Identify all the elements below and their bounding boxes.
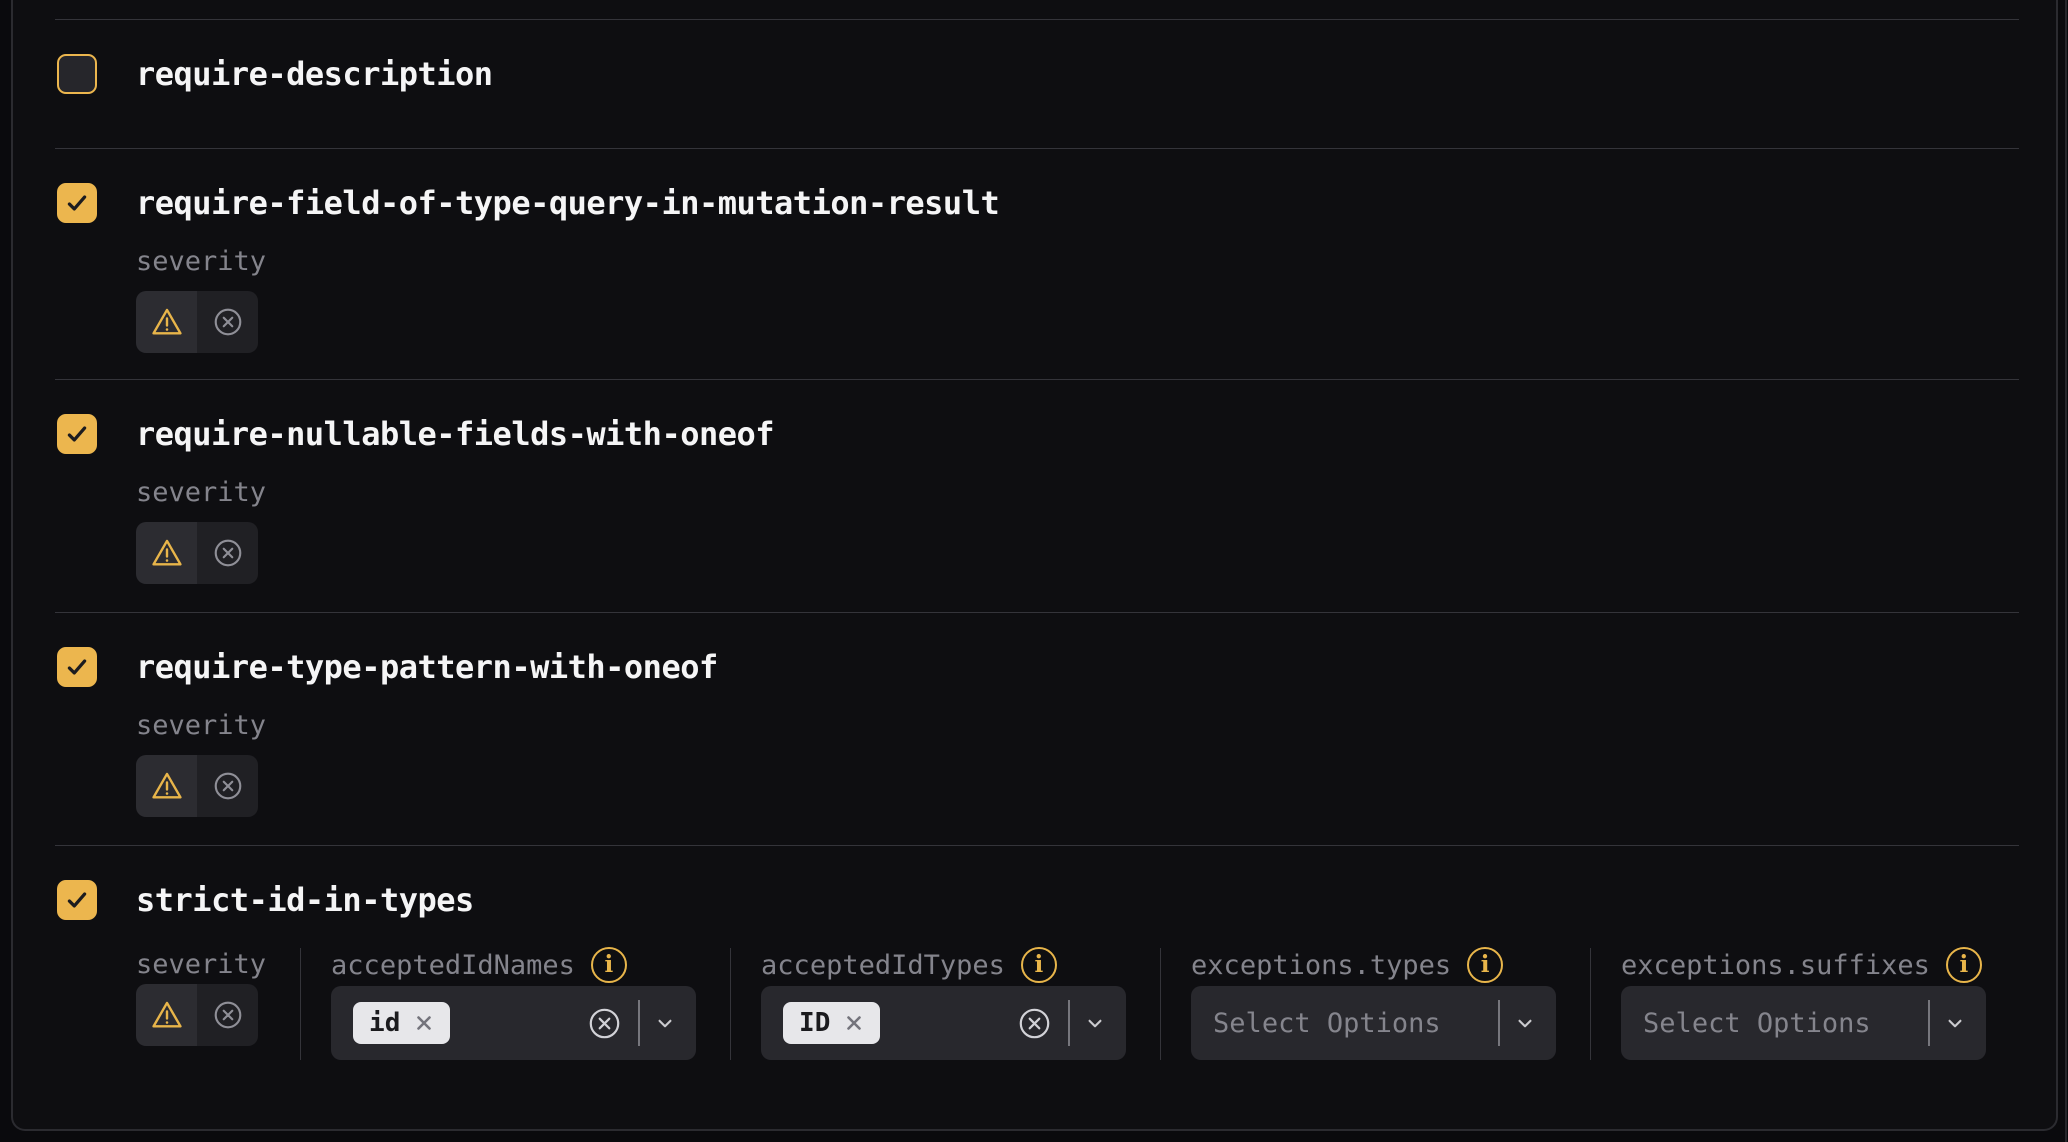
rules-panel: require-description require-field-of-typ… [11, 0, 2058, 1131]
severity-toggle [136, 522, 258, 584]
remove-tag-icon[interactable] [844, 1013, 864, 1033]
clear-selection-button[interactable] [1017, 1006, 1052, 1041]
checkmark-icon [64, 421, 90, 447]
severity-label: severity [136, 245, 2019, 279]
option-label: acceptedIdNames [331, 950, 575, 981]
select-separator [638, 1000, 640, 1046]
rule-name: require-description [136, 55, 493, 93]
circle-x-icon [1017, 1006, 1052, 1041]
info-icon[interactable]: i [591, 947, 627, 983]
severity-toggle [136, 984, 258, 1046]
config-col-acceptedIdTypes: acceptedIdTypes i ID [730, 948, 1160, 1060]
checkmark-icon [64, 190, 90, 216]
chevron-down-icon[interactable] [652, 1010, 678, 1036]
option-label: exceptions.types [1191, 950, 1451, 981]
severity-label: severity [136, 476, 2019, 510]
option-label: exceptions.suffixes [1621, 950, 1930, 981]
tag-label: id [369, 1008, 400, 1038]
rule-name: require-field-of-type-query-in-mutation-… [136, 184, 999, 222]
exceptions-suffixes-multiselect[interactable]: Select Options [1621, 986, 1986, 1060]
rule-row-require-description: require-description [55, 19, 2019, 148]
select-placeholder: Select Options [1213, 1008, 1498, 1039]
circle-x-icon [212, 306, 244, 338]
right-edge-divider [2065, 0, 2067, 1142]
chevron-down-icon[interactable] [1512, 1010, 1538, 1036]
rule-checkbox-unchecked[interactable] [57, 54, 97, 94]
tag-label: ID [799, 1008, 830, 1038]
warning-triangle-icon [149, 305, 185, 339]
severity-label: severity [136, 709, 2019, 743]
severity-warn-button[interactable] [136, 522, 197, 584]
exceptions-types-multiselect[interactable]: Select Options [1191, 986, 1556, 1060]
selected-tag: ID [783, 1002, 880, 1044]
chevron-down-icon[interactable] [1942, 1010, 1968, 1036]
warning-triangle-icon [149, 536, 185, 570]
config-col-acceptedIdNames: acceptedIdNames i id [300, 948, 730, 1060]
severity-toggle [136, 755, 258, 817]
circle-x-icon [212, 999, 244, 1031]
severity-off-button[interactable] [197, 522, 258, 584]
remove-tag-icon[interactable] [414, 1013, 434, 1033]
severity-toggle [136, 291, 258, 353]
rule-name: require-type-pattern-with-oneof [136, 648, 718, 686]
severity-warn-button[interactable] [136, 291, 197, 353]
select-placeholder: Select Options [1643, 1008, 1928, 1039]
rule-row-require-type-pattern-with-oneof: require-type-pattern-with-oneof severity [55, 612, 2019, 845]
circle-x-icon [212, 770, 244, 802]
severity-off-button[interactable] [197, 755, 258, 817]
option-label: acceptedIdTypes [761, 950, 1005, 981]
checkmark-icon [64, 654, 90, 680]
config-col-exceptions-suffixes: exceptions.suffixes i Select Options [1590, 948, 2020, 1060]
warning-triangle-icon [149, 998, 185, 1032]
rule-row-strict-id-in-types: strict-id-in-types severity acceptedI [55, 845, 2019, 1129]
info-icon[interactable]: i [1021, 947, 1057, 983]
rule-name: strict-id-in-types [136, 881, 474, 919]
circle-x-icon [212, 537, 244, 569]
checkmark-icon [64, 887, 90, 913]
select-separator [1928, 1000, 1930, 1046]
rule-row-require-nullable-fields-with-oneof: require-nullable-fields-with-oneof sever… [55, 379, 2019, 612]
selected-tag: id [353, 1002, 450, 1044]
rule-checkbox-checked[interactable] [57, 183, 97, 223]
chevron-down-icon[interactable] [1082, 1010, 1108, 1036]
config-col-severity: severity [136, 948, 300, 1060]
info-icon[interactable]: i [1946, 947, 1982, 983]
rule-config-row: severity acceptedIdNames i [136, 948, 2019, 1060]
severity-warn-button[interactable] [136, 984, 197, 1046]
select-separator [1068, 1000, 1070, 1046]
circle-x-icon [587, 1006, 622, 1041]
acceptedIdTypes-multiselect[interactable]: ID [761, 986, 1126, 1060]
rule-checkbox-checked[interactable] [57, 414, 97, 454]
severity-off-button[interactable] [197, 984, 258, 1046]
severity-off-button[interactable] [197, 291, 258, 353]
config-col-exceptions-types: exceptions.types i Select Options [1160, 948, 1590, 1060]
clear-selection-button[interactable] [587, 1006, 622, 1041]
rule-checkbox-checked[interactable] [57, 880, 97, 920]
rule-row-require-field-of-type-query-in-mutation-result: require-field-of-type-query-in-mutation-… [55, 148, 2019, 379]
rule-checkbox-checked[interactable] [57, 647, 97, 687]
info-icon[interactable]: i [1467, 947, 1503, 983]
warning-triangle-icon [149, 769, 185, 803]
severity-warn-button[interactable] [136, 755, 197, 817]
rule-name: require-nullable-fields-with-oneof [136, 415, 774, 453]
severity-label: severity [136, 948, 266, 982]
acceptedIdNames-multiselect[interactable]: id [331, 986, 696, 1060]
select-separator [1498, 1000, 1500, 1046]
